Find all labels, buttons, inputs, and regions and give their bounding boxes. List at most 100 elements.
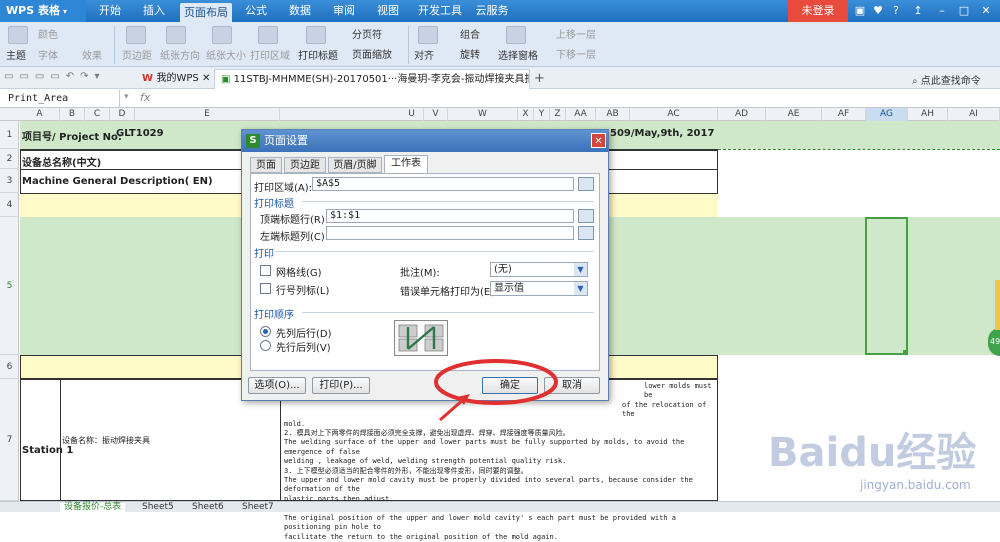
row-col-headers-checkbox[interactable]: [260, 283, 271, 294]
column-header[interactable]: AI: [948, 108, 1000, 121]
orientation-icon[interactable]: [166, 26, 186, 44]
new-tab-icon[interactable]: +: [534, 71, 545, 86]
project-number[interactable]: GLT1029: [116, 128, 164, 139]
tab-my-wps[interactable]: W 我的WPS ✕: [136, 69, 216, 89]
margins-button[interactable]: 页边距: [122, 47, 152, 62]
name-box[interactable]: Print_Area: [0, 90, 120, 107]
send-backward-button[interactable]: 下移一层: [556, 46, 596, 61]
bring-forward-button[interactable]: 上移一层: [556, 26, 596, 41]
command-search[interactable]: ⌕ 点此查找命令: [912, 72, 981, 87]
errors-select[interactable]: 显示值 ▼: [490, 281, 588, 296]
column-header[interactable]: C: [85, 108, 110, 121]
page-scale-button[interactable]: 页面缩放: [352, 46, 392, 61]
effects-button[interactable]: 效果: [82, 47, 102, 62]
page-break-button[interactable]: 分页符: [352, 26, 382, 41]
sheet-tab-sheet6[interactable]: Sheet6: [188, 503, 228, 512]
paper-size-icon[interactable]: [212, 26, 232, 44]
app-menu-button[interactable]: WPS 表格 ▾: [0, 0, 86, 22]
tab-sheet[interactable]: 工作表: [384, 155, 428, 174]
rotate-button[interactable]: 旋转: [460, 46, 480, 61]
column-header[interactable]: A: [20, 108, 60, 121]
station-label[interactable]: Station 1: [22, 445, 73, 456]
row-header[interactable]: 6: [0, 355, 19, 379]
column-header[interactable]: W: [448, 108, 518, 121]
dialog-close-icon[interactable]: ✕: [591, 133, 606, 148]
sheet-tab-sheet7[interactable]: Sheet7: [238, 503, 278, 512]
column-header[interactable]: V: [424, 108, 448, 121]
print-area-field[interactable]: $A$5: [312, 177, 574, 191]
project-label[interactable]: 项目号/ Project No:: [22, 128, 122, 143]
tab-header-footer[interactable]: 页眉/页脚: [328, 157, 382, 173]
print-area-icon[interactable]: [258, 26, 278, 44]
print-button[interactable]: 打印(P)...: [312, 377, 370, 394]
column-header[interactable]: E: [135, 108, 280, 121]
menu-home[interactable]: 开始: [92, 0, 128, 22]
function-icon[interactable]: fx: [140, 91, 150, 104]
row-header[interactable]: 7: [0, 379, 19, 501]
close-icon[interactable]: ✕: [978, 3, 994, 19]
row-header[interactable]: 1: [0, 121, 19, 149]
column-header[interactable]: AD: [718, 108, 766, 121]
menu-view[interactable]: 视图: [370, 0, 406, 22]
gridlines-checkbox[interactable]: [260, 265, 271, 276]
column-header[interactable]: X: [518, 108, 534, 121]
comments-select[interactable]: (无) ▼: [490, 262, 588, 277]
login-button[interactable]: 未登录: [788, 0, 848, 22]
colors-button[interactable]: 颜色: [38, 26, 58, 41]
device-name-cell[interactable]: 设备名称：振动焊接夹具: [62, 435, 150, 446]
theme-button[interactable]: 主题: [6, 47, 26, 62]
top-rows-picker-icon[interactable]: [578, 209, 594, 223]
column-header[interactable]: AB: [596, 108, 630, 121]
column-header[interactable]: AG: [866, 108, 908, 121]
row-header[interactable]: 2: [0, 149, 19, 169]
column-header[interactable]: Z: [550, 108, 566, 121]
menu-data[interactable]: 数据: [282, 0, 318, 22]
sheet-tab-summary[interactable]: 设备报价-总表: [60, 503, 126, 512]
row-header[interactable]: 5: [0, 217, 19, 355]
dialog-title-bar[interactable]: 页面设置: [242, 130, 608, 152]
orientation-button[interactable]: 纸张方向: [160, 47, 200, 62]
column-header[interactable]: AH: [908, 108, 948, 121]
selected-cell-outline[interactable]: [865, 217, 908, 355]
menu-review[interactable]: 审阅: [326, 0, 362, 22]
device-name-cn-label[interactable]: 设备总名称(中文): [22, 154, 101, 169]
theme-icon[interactable]: [8, 26, 28, 44]
column-header[interactable]: AC: [630, 108, 718, 121]
formula-input[interactable]: [160, 90, 1000, 107]
menu-page-layout[interactable]: 页面布局: [180, 3, 232, 22]
maximize-icon[interactable]: □: [956, 3, 972, 19]
column-header[interactable]: AF: [822, 108, 866, 121]
row-header[interactable]: 3: [0, 169, 19, 193]
selection-pane-button[interactable]: 选择窗格: [498, 47, 538, 62]
restore-icon[interactable]: ↥: [910, 3, 926, 19]
quick-access-toolbar[interactable]: ▭▭▭▭↶↷▾: [4, 71, 114, 85]
column-header[interactable]: U: [400, 108, 424, 121]
group-button[interactable]: 组合: [460, 26, 480, 41]
column-header[interactable]: D: [110, 108, 135, 121]
device-name-en-label[interactable]: Machine General Description( EN): [22, 176, 213, 187]
options-button[interactable]: 选项(O)...: [248, 377, 306, 394]
menu-cloud[interactable]: 云服务: [472, 0, 512, 22]
tab-workbook[interactable]: ▣ 11STBJ-MHMME(SH)-20170501···海曼玥-李克会-振动…: [214, 69, 530, 89]
print-area-picker-icon[interactable]: [578, 177, 594, 191]
column-header[interactable]: AA: [566, 108, 596, 121]
fonts-button[interactable]: 字体: [38, 47, 58, 62]
print-titles-button[interactable]: 打印标题: [298, 47, 338, 62]
left-cols-field[interactable]: [326, 226, 574, 240]
print-area-button[interactable]: 打印区域: [250, 47, 290, 62]
selection-pane-icon[interactable]: [506, 26, 526, 44]
order-over-then-down-radio[interactable]: [260, 340, 271, 351]
align-button[interactable]: 对齐: [414, 47, 434, 62]
minimize-icon[interactable]: –: [934, 3, 950, 19]
menu-formulas[interactable]: 公式: [238, 0, 274, 22]
quote-date[interactable]: 509/May,9th, 2017: [610, 128, 714, 139]
skin-icon[interactable]: ▣: [852, 3, 868, 19]
order-down-then-over-radio[interactable]: [260, 326, 271, 337]
menu-developer[interactable]: 开发工具: [414, 0, 466, 22]
menu-insert[interactable]: 插入: [136, 0, 172, 22]
sheet-tab-sheet5[interactable]: Sheet5: [138, 503, 178, 512]
row-header[interactable]: 4: [0, 193, 19, 217]
top-rows-field[interactable]: $1:$1: [326, 209, 574, 223]
name-box-dropdown-icon[interactable]: ▾: [124, 92, 129, 102]
paper-size-button[interactable]: 纸张大小: [206, 47, 246, 62]
